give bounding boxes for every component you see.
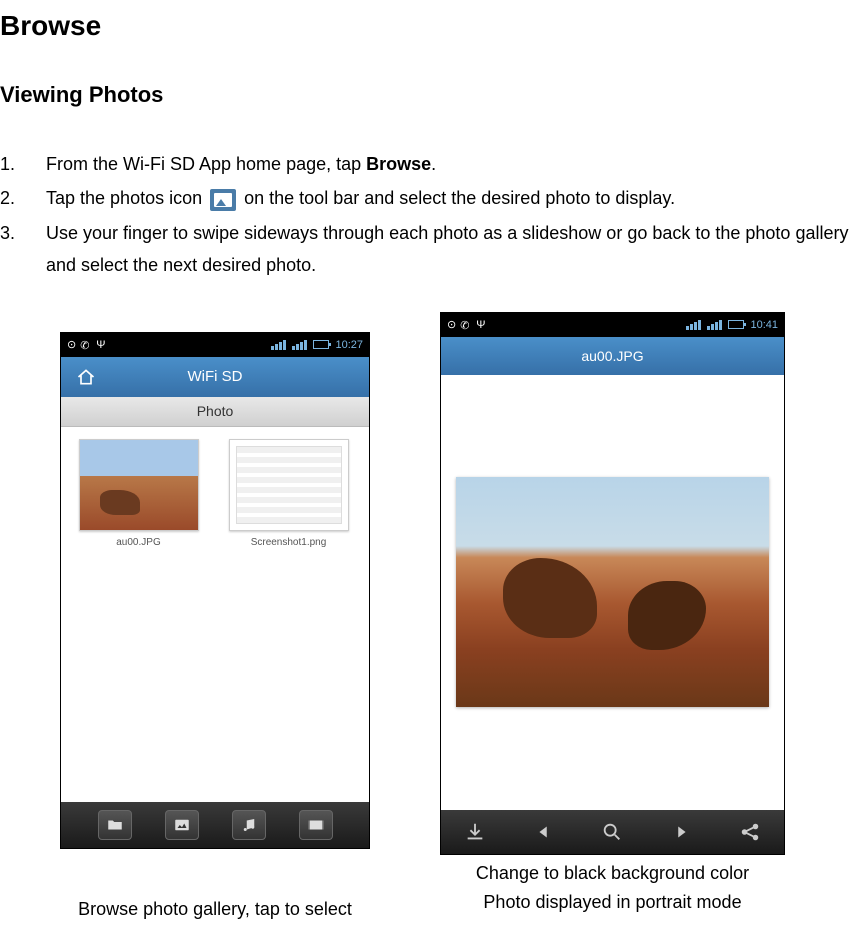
download-icon[interactable] [450,821,500,843]
header-title: WiFi SD [188,368,243,385]
photos-icon [210,189,236,211]
status-time: 10:41 [750,319,778,331]
gallery-body: au00.JPG Screenshot1.png [61,427,369,802]
battery-icon [313,340,329,349]
phone-icon: ✆ [460,319,472,331]
wifi-icon [686,320,701,330]
bottom-toolbar [61,802,369,848]
item-text: Use your finger to swipe sideways throug… [46,217,857,282]
item-number: 3. [0,217,46,282]
gallery-screen: ⊙ ✆ Ψ 10:27 WiFi SD Photo [60,332,370,849]
right-caption: Photo displayed in portrait mode [483,892,741,913]
instruction-3: 3. Use your finger to swipe sideways thr… [0,217,857,282]
instructions-list: 1. From the Wi-Fi SD App home page, tap … [0,148,857,282]
status-bar: ⊙ ✆ Ψ 10:41 [441,313,784,337]
app-header: WiFi SD [61,357,369,397]
thumb-label: Screenshot1.png [251,537,327,548]
left-screenshot-col: ⊙ ✆ Ψ 10:27 WiFi SD Photo [60,332,370,920]
share-icon[interactable] [725,821,775,843]
phone-icon: ✆ [80,339,92,351]
next-icon[interactable] [656,821,706,843]
photo-icon[interactable] [165,810,199,840]
home-button[interactable] [71,364,101,390]
viewer-toolbar [441,810,784,854]
screenshots-row: ⊙ ✆ Ψ 10:27 WiFi SD Photo [0,332,857,920]
status-time: 10:27 [335,339,363,351]
displayed-photo [456,477,769,707]
usb-icon: Ψ [476,319,485,331]
photo-thumb[interactable]: au00.JPG [76,439,201,790]
music-icon[interactable] [232,810,266,840]
photo-thumb[interactable]: Screenshot1.png [226,439,351,790]
status-bar: ⊙ ✆ Ψ 10:27 [61,333,369,357]
viewer-header: au00.JPG [441,337,784,375]
right-screenshot-col: ⊙ ✆ Ψ 10:41 au00.JPG [440,312,785,920]
usb-icon: Ψ [96,339,105,351]
viewer-screen: ⊙ ✆ Ψ 10:41 au00.JPG [440,312,785,855]
viewer-title: au00.JPG [581,348,643,364]
item-text: From the Wi-Fi SD App home page, tap Bro… [46,148,857,180]
item-number: 1. [0,148,46,180]
item-text: Tap the photos icon on the tool bar and … [46,182,857,214]
voicemail-icon: ⊙ [67,338,76,351]
video-icon[interactable] [299,810,333,840]
prev-icon[interactable] [519,821,569,843]
folder-icon[interactable] [98,810,132,840]
battery-icon [728,320,744,329]
section-title: Viewing Photos [0,82,857,108]
page-title: Browse [0,10,857,42]
viewer-body[interactable] [441,375,784,810]
search-icon[interactable] [587,821,637,843]
instruction-1: 1. From the Wi-Fi SD App home page, tap … [0,148,857,180]
thumb-image [229,439,349,531]
signal-icon [292,340,307,350]
voicemail-icon: ⊙ [447,318,456,331]
signal-icon [707,320,722,330]
sub-header: Photo [61,397,369,427]
thumb-label: au00.JPG [116,537,160,548]
instruction-2: 2. Tap the photos icon on the tool bar a… [0,182,857,214]
thumb-image [79,439,199,531]
left-caption: Browse photo gallery, tap to select [78,899,352,920]
wifi-icon [271,340,286,350]
right-caption-extra: Change to black background color [476,863,749,884]
item-number: 2. [0,182,46,214]
